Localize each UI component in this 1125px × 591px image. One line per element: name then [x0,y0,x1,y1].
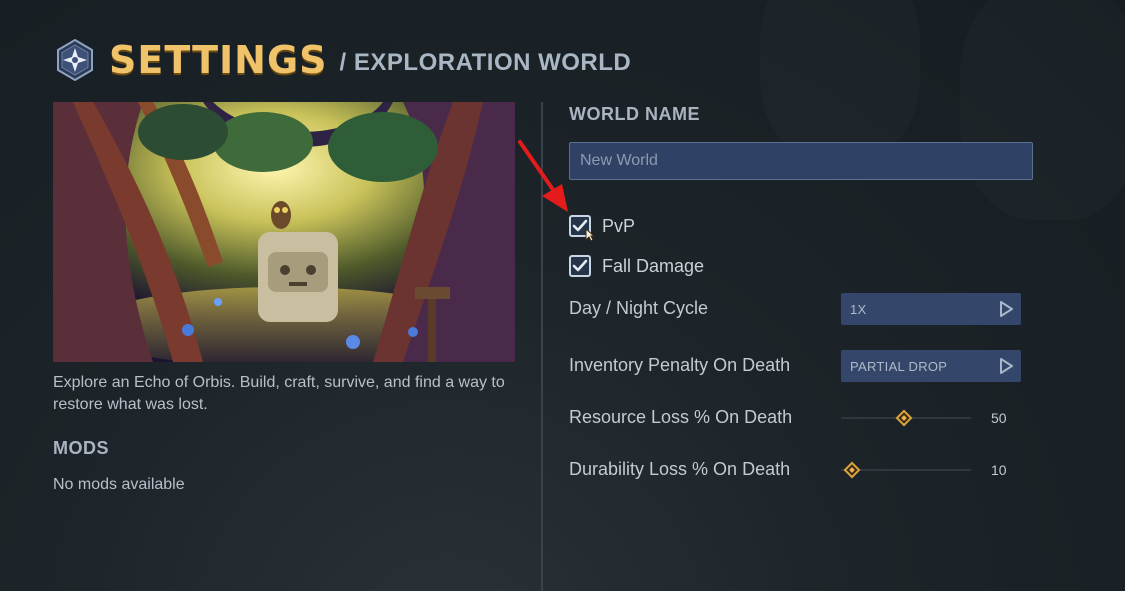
resource-loss-value: 50 [991,410,1007,426]
mods-empty-text: No mods available [53,476,185,493]
world-name-heading: WORLD NAME [569,104,700,124]
durability-loss-slider-thumb[interactable] [843,461,861,479]
durability-loss-label: Durability Loss % On Death [569,459,791,479]
mods-heading: MODS [53,438,109,458]
world-description: Explore an Echo of Orbis. Build, craft, … [53,374,505,413]
inventory-penalty-select[interactable]: PARTIAL DROP [841,350,1021,382]
fall-damage-label: Fall Damage [602,255,705,276]
inventory-penalty-label: Inventory Penalty On Death [569,355,791,375]
pvp-label: PvP [602,215,636,236]
page-title: SETTINGS [109,38,328,82]
durability-loss-value: 10 [991,462,1007,478]
checkmark-icon [572,259,588,272]
day-night-select[interactable]: 1X [841,293,1021,325]
world-name-input[interactable] [569,142,1033,180]
page-subtitle: / EXPLORATION WORLD [339,49,632,76]
day-night-value: 1X [850,301,867,317]
fall-damage-checkbox[interactable] [569,255,591,277]
background-shape [760,0,920,160]
compass-star-icon [53,38,97,82]
play-arrow-icon[interactable] [999,301,1013,317]
play-arrow-icon[interactable] [999,358,1013,374]
resource-loss-slider-thumb[interactable] [895,409,913,427]
fall-damage-option[interactable]: Fall Damage [569,255,704,277]
inventory-penalty-value: PARTIAL DROP [850,358,948,374]
resource-loss-label: Resource Loss % On Death [569,407,793,427]
mouse-cursor-icon [585,228,595,242]
background-shape [960,0,1125,220]
world-preview-image [53,102,515,362]
day-night-label: Day / Night Cycle [569,298,709,318]
page-header: SETTINGS / EXPLORATION WORLD [53,38,631,82]
annotation-arrow-icon [518,140,568,212]
pvp-option[interactable]: PvP [569,215,635,237]
